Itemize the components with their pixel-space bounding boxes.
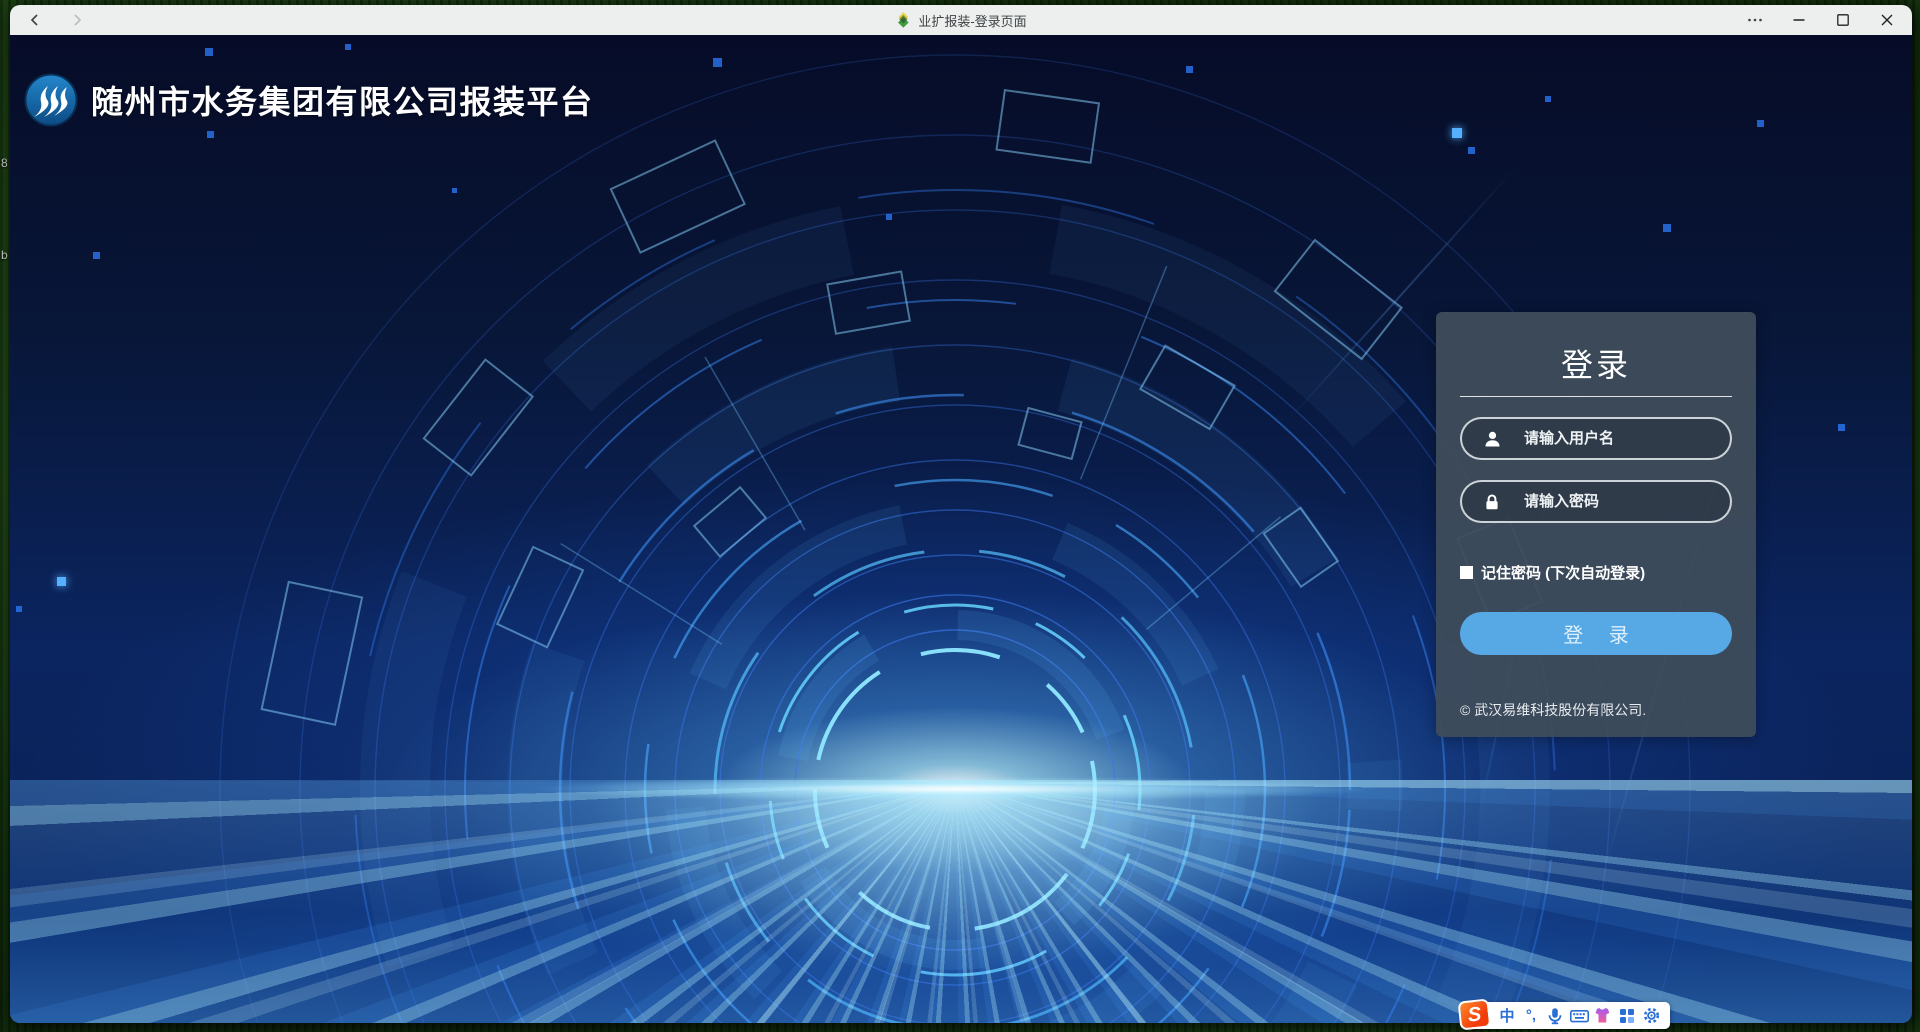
- lock-icon: [1484, 493, 1500, 510]
- page-background: 随州市水务集团有限公司报装平台 登录: [10, 35, 1912, 1023]
- remember-label: 记住密码 (下次自动登录): [1481, 562, 1645, 583]
- back-button[interactable]: [24, 9, 46, 31]
- brand-header: 随州市水务集团有限公司报装平台: [24, 73, 594, 127]
- password-field-wrapper: [1460, 480, 1732, 523]
- glow-square-decoration: [207, 131, 214, 138]
- window-title: 业扩报装-登录页面: [918, 11, 1026, 30]
- microphone-icon[interactable]: [1543, 1002, 1567, 1029]
- glow-square-decoration: [93, 252, 100, 259]
- maximize-icon: [1837, 14, 1849, 26]
- close-icon: [1881, 14, 1893, 26]
- glow-square-decoration: [713, 58, 722, 67]
- water-waves-logo-icon: [24, 73, 78, 127]
- maximize-button[interactable]: [1828, 9, 1858, 31]
- login-panel: 登录: [1436, 312, 1756, 737]
- chinese-mode-icon[interactable]: 中: [1495, 1002, 1519, 1029]
- person-icon: [1484, 430, 1501, 447]
- sogou-logo-icon[interactable]: S: [1458, 998, 1492, 1030]
- page-title: 随州市水务集团有限公司报装平台: [91, 77, 594, 123]
- punctuation-mode-icon[interactable]: °,: [1519, 1002, 1543, 1029]
- close-button[interactable]: [1872, 9, 1902, 31]
- settings-gear-icon[interactable]: [1639, 1002, 1663, 1029]
- copyright-text: © 武汉易维科技股份有限公司.: [1460, 700, 1732, 720]
- glow-square-decoration: [1468, 147, 1475, 154]
- favicon-icon: [895, 12, 911, 28]
- more-options-button[interactable]: [1740, 9, 1770, 31]
- virtual-keyboard-icon[interactable]: [1567, 1002, 1591, 1029]
- glow-square-decoration: [1186, 66, 1193, 73]
- glow-square-decoration: [1838, 424, 1845, 431]
- username-field-wrapper: [1460, 417, 1732, 460]
- ime-toolbar: S 中 °,: [1462, 1002, 1670, 1029]
- glow-square-decoration: [1757, 120, 1764, 127]
- window-title-area: 业扩报装-登录页面: [895, 5, 1026, 35]
- divider: [1460, 396, 1732, 397]
- glow-square-decoration: [1663, 224, 1671, 232]
- minimize-icon: [1793, 14, 1805, 26]
- glow-square-decoration: [345, 44, 351, 50]
- remember-checkbox[interactable]: [1460, 566, 1473, 579]
- chevron-left-icon: [28, 13, 42, 27]
- remember-password-row: 记住密码 (下次自动登录): [1460, 563, 1732, 581]
- glow-square-decoration: [205, 48, 213, 56]
- glow-square-decoration: [16, 606, 22, 612]
- horizon-flare-decoration: [535, 777, 1375, 801]
- login-title: 登录: [1460, 340, 1732, 380]
- glow-square-decoration: [886, 214, 892, 220]
- login-button[interactable]: 登 录: [1460, 612, 1732, 655]
- minimize-button[interactable]: [1784, 9, 1814, 31]
- window-titlebar: 业扩报装-登录页面: [10, 5, 1912, 35]
- glow-square-decoration: [1452, 128, 1462, 138]
- glow-square-decoration: [57, 577, 66, 586]
- toolbox-grid-icon[interactable]: [1615, 1002, 1639, 1029]
- desktop-text-fragment: 8: [1, 156, 8, 170]
- forward-button[interactable]: [66, 9, 88, 31]
- ellipsis-icon: [1747, 13, 1763, 27]
- glow-square-decoration: [1545, 96, 1551, 102]
- desktop-text-fragment: b: [1, 248, 8, 262]
- glow-square-decoration: [452, 188, 457, 193]
- light-rays-decoration: [10, 780, 1912, 1023]
- password-input[interactable]: [1460, 480, 1732, 523]
- browser-window: 业扩报装-登录页面: [10, 5, 1912, 1023]
- chevron-right-icon: [70, 13, 84, 27]
- skin-shirt-icon[interactable]: [1591, 1002, 1615, 1029]
